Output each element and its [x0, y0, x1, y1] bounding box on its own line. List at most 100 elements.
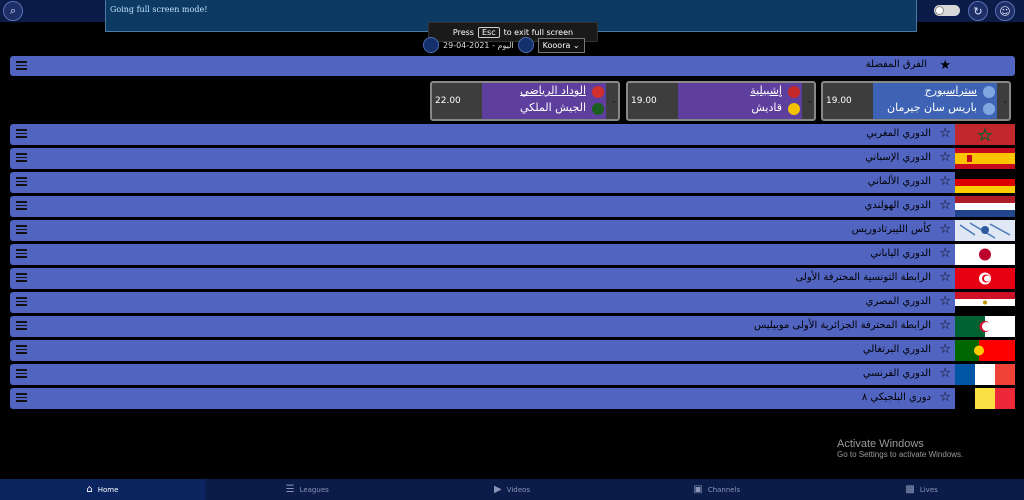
belgium-flag-icon	[955, 388, 1015, 409]
league-row-japan[interactable]: الدوري الياباني ☆	[10, 244, 1015, 265]
star-outline-icon[interactable]: ☆	[939, 246, 951, 261]
team-crest-icon	[788, 103, 800, 115]
league-row-morocco[interactable]: الدوري المغربي ☆	[10, 124, 1015, 145]
date-text: اليوم - 2021-04-29	[443, 40, 514, 50]
refresh-icon[interactable]: ↻	[968, 1, 988, 21]
match-time: 19.00	[631, 96, 657, 106]
menu-icon[interactable]	[16, 153, 27, 162]
menu-icon[interactable]	[16, 297, 27, 306]
league-name: الدوري الألماني	[867, 176, 931, 187]
star-outline-icon[interactable]: ☆	[939, 318, 951, 333]
kooora-select[interactable]: Kooora ⌄	[537, 37, 585, 53]
germany-flag-icon	[955, 172, 1015, 193]
theme-toggle[interactable]	[934, 5, 960, 16]
menu-icon[interactable]	[16, 249, 27, 258]
menu-icon[interactable]	[16, 273, 27, 282]
away-team: الجيش الملكي	[520, 101, 586, 114]
team-crest-icon	[592, 103, 604, 115]
star-outline-icon[interactable]: ☆	[939, 150, 951, 165]
nav-videos-label: Videos	[506, 485, 530, 494]
away-team: باريس سان جيرمان	[887, 101, 977, 114]
live-icon: ▩	[905, 484, 915, 495]
home-icon: ⌂	[86, 484, 93, 495]
away-team: قاديش	[751, 101, 782, 114]
star-outline-icon[interactable]: ☆	[939, 174, 951, 189]
chevron-down-icon[interactable]: ⌄	[1002, 97, 1008, 105]
tunisia-flag-icon	[955, 268, 1015, 289]
team-crest-icon	[788, 86, 800, 98]
menu-icon[interactable]	[16, 177, 27, 186]
league-name: الدوري الإسباني	[865, 152, 931, 163]
user-icon[interactable]: ☺	[995, 1, 1015, 21]
league-row-germany[interactable]: الدوري الألماني ☆	[10, 172, 1015, 193]
nav-channels[interactable]: ▣ Channels	[614, 479, 819, 500]
league-name: الرابطة التونسية المحترفة الأولى	[795, 272, 931, 283]
star-outline-icon[interactable]: ☆	[939, 270, 951, 285]
home-team: ستراسبورج	[924, 84, 977, 97]
chevron-down-icon[interactable]: ⌄	[611, 97, 617, 105]
league-row-belgium[interactable]: دوري البلجيكي ٨ ☆	[10, 388, 1015, 409]
date-bar: اليوم - 2021-04-29 Kooora ⌄	[423, 36, 585, 54]
netherlands-flag-icon	[955, 196, 1015, 217]
league-row-libertadores[interactable]: كأس الليبرتادوريس ☆	[10, 220, 1015, 241]
league-row-france[interactable]: الدوري الفرنسي ☆	[10, 364, 1015, 385]
chevron-down-icon[interactable]: ⌄	[807, 97, 813, 105]
menu-icon[interactable]	[16, 225, 27, 234]
watermark-line1: Activate Windows	[837, 438, 924, 450]
tv-icon: ▣	[693, 484, 703, 495]
league-name: الدوري المصري	[865, 296, 931, 307]
team-crest-icon	[983, 103, 995, 115]
star-outline-icon[interactable]: ☆	[939, 222, 951, 237]
nav-channels-label: Channels	[707, 485, 741, 494]
star-outline-icon[interactable]: ☆	[939, 390, 951, 405]
nav-home[interactable]: ⌂ Home	[0, 479, 205, 500]
match-time: 19.00	[826, 96, 852, 106]
league-name: الدوري المغربي	[866, 128, 931, 139]
menu-icon[interactable]	[16, 321, 27, 330]
league-row-tunisia[interactable]: الرابطة التونسية المحترفة الأولى ☆	[10, 268, 1015, 289]
favorite-teams-title: الفرق المفضلة	[865, 59, 927, 70]
ball-icon[interactable]	[517, 37, 534, 53]
menu-icon[interactable]	[16, 393, 27, 402]
star-outline-icon[interactable]: ☆	[939, 198, 951, 213]
portugal-flag-icon	[955, 340, 1015, 361]
menu-icon[interactable]	[16, 129, 27, 138]
league-row-egypt[interactable]: الدوري المصري ☆	[10, 292, 1015, 313]
star-outline-icon[interactable]: ☆	[939, 294, 951, 309]
star-outline-icon[interactable]: ☆	[939, 342, 951, 357]
menu-icon[interactable]	[16, 201, 27, 210]
video-icon: ▶	[494, 484, 502, 495]
home-team: إشبيلية	[750, 84, 782, 97]
league-row-portugal[interactable]: الدوري البرتغالي ☆	[10, 340, 1015, 361]
menu-icon[interactable]	[16, 369, 27, 378]
star-outline-icon[interactable]: ☆	[939, 126, 951, 141]
france-flag-icon	[955, 364, 1015, 385]
nav-lives[interactable]: ▩ Lives	[819, 479, 1024, 500]
favorite-teams-header[interactable]: ★ الفرق المفضلة	[10, 56, 1015, 76]
star-outline-icon[interactable]: ☆	[939, 366, 951, 381]
league-name: الدوري الياباني	[870, 248, 931, 259]
kooora-label: Kooora	[542, 40, 571, 50]
menu-icon[interactable]	[16, 61, 27, 70]
match-teams: الوداد الرياضي الجيش الملكي	[482, 83, 606, 119]
league-name: الدوري الفرنسي	[862, 368, 931, 379]
ball-icon[interactable]	[423, 37, 439, 53]
league-row-spain[interactable]: الدوري الإسباني ☆	[10, 148, 1015, 169]
search-icon[interactable]: ⌕	[3, 1, 23, 21]
home-team: الوداد الرياضي	[520, 84, 586, 97]
match-card[interactable]: 19.00 ستراسبورج باريس سان جيرمان ⌄	[821, 81, 1011, 121]
league-name: الدوري الهولندي	[864, 200, 931, 211]
menu-icon[interactable]	[16, 345, 27, 354]
nav-leagues[interactable]: ☰ Leagues	[205, 479, 410, 500]
league-row-netherlands[interactable]: الدوري الهولندي ☆	[10, 196, 1015, 217]
league-row-algeria[interactable]: الرابطة المحترفة الجزائرية الأولى موبيلي…	[10, 316, 1015, 337]
match-card[interactable]: 19.00 إشبيلية قاديش ⌄	[626, 81, 816, 121]
nav-lives-label: Lives	[919, 485, 938, 494]
match-card[interactable]: 22.00 الوداد الرياضي الجيش الملكي ⌄	[430, 81, 620, 121]
nav-leagues-label: Leagues	[299, 485, 329, 494]
morocco-flag-icon	[955, 124, 1015, 145]
match-time: 22.00	[435, 96, 461, 106]
nav-home-label: Home	[97, 485, 119, 494]
nav-videos[interactable]: ▶ Videos	[410, 479, 615, 500]
list-icon: ☰	[285, 484, 295, 495]
